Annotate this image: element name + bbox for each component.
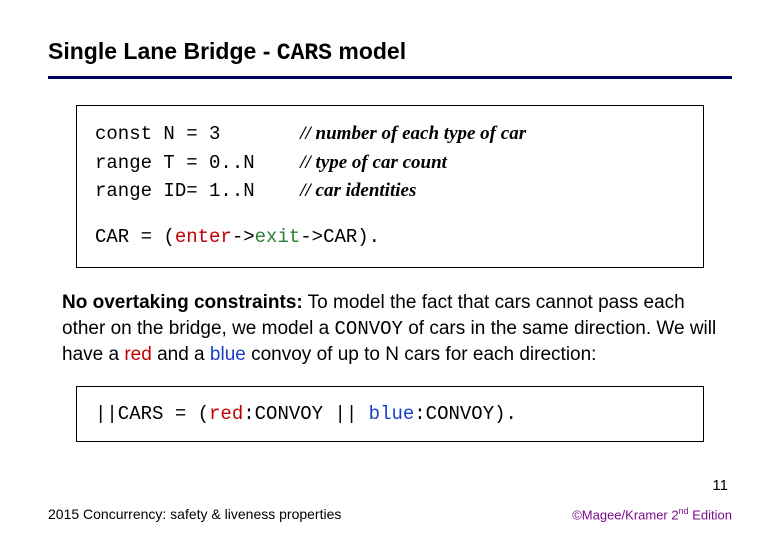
code-line-1: const N = 3 // number of each type of ca… xyxy=(95,120,685,149)
title-text-b: model xyxy=(332,38,406,64)
blue-word: blue xyxy=(210,344,246,365)
para-lead: No overtaking constraints: xyxy=(62,292,303,313)
code-box-1: const N = 3 // number of each type of ca… xyxy=(76,105,704,268)
code-line-3: range ID= 1..N // car identities xyxy=(95,177,685,206)
red-word: red xyxy=(124,344,151,365)
title-rule xyxy=(48,76,732,79)
code-line-2: range T = 0..N // type of car count xyxy=(95,149,685,178)
title-text-a: Single Lane Bridge - xyxy=(48,38,277,64)
exit-keyword: exit xyxy=(255,226,301,248)
body-paragraph: No overtaking constraints: To model the … xyxy=(62,290,718,368)
red-keyword: red xyxy=(209,403,243,425)
footer-left: 2015 Concurrency: safety & liveness prop… xyxy=(48,506,341,522)
convoy-mono: CONVOY xyxy=(335,318,403,340)
footer-right: ©Magee/Kramer 2nd Edition xyxy=(572,506,732,522)
enter-keyword: enter xyxy=(175,226,232,248)
code-line-4: CAR = (enter->exit->CAR). xyxy=(95,224,685,252)
title-mono: CARS xyxy=(277,40,332,66)
code-box-2: ||CARS = (red:CONVOY || blue:CONVOY). xyxy=(76,386,704,442)
page-number: 11 xyxy=(712,477,728,494)
blue-keyword: blue xyxy=(369,403,415,425)
slide-title: Single Lane Bridge - CARS model xyxy=(48,38,732,76)
